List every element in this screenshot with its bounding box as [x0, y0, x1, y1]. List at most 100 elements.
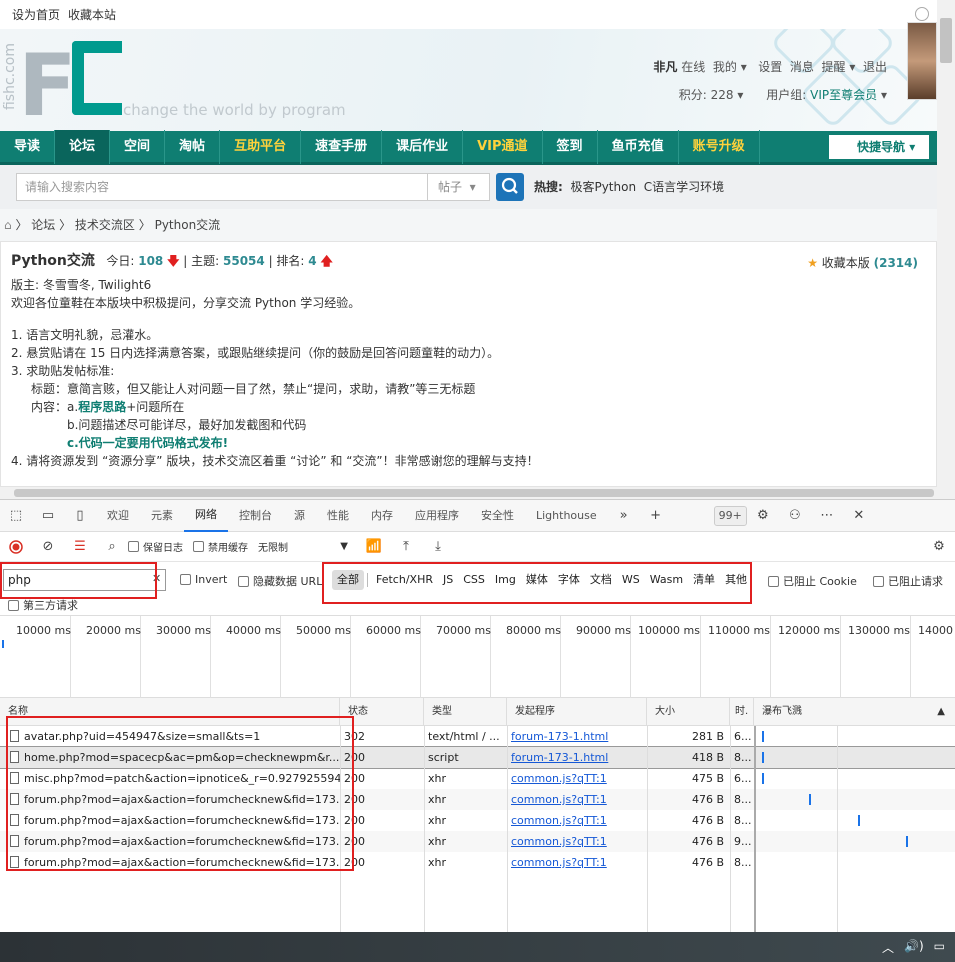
- request-name[interactable]: forum.php?mod=ajax&action=forumchecknew&…: [6, 831, 340, 852]
- breadcrumb-item[interactable]: 论坛: [31, 218, 55, 232]
- issues-badge[interactable]: 99+: [713, 505, 747, 526]
- inspect-icon[interactable]: ⬚: [6, 506, 26, 526]
- nav-item-help-platform[interactable]: 互助平台: [220, 129, 302, 164]
- clear-icon[interactable]: ⊘: [38, 537, 58, 557]
- tab-sources[interactable]: 源: [283, 500, 316, 531]
- set-home-link[interactable]: 设为首页: [12, 6, 60, 23]
- type-filter-manifest[interactable]: 清单: [688, 570, 720, 590]
- column-header-initiator[interactable]: 发起程序: [507, 698, 647, 726]
- table-row[interactable]: forum.php?mod=ajax&action=forumchecknew&…: [0, 810, 955, 831]
- network-icon[interactable]: ▭: [934, 939, 945, 956]
- type-filter-ws[interactable]: WS: [617, 570, 645, 590]
- table-row[interactable]: avatar.php?uid=454947&size=small&ts=1 30…: [0, 726, 955, 747]
- type-filter-other[interactable]: 其他: [720, 570, 752, 590]
- search-type-select[interactable]: 帖子 ▾: [428, 173, 490, 201]
- nav-item-forum[interactable]: 论坛: [55, 129, 111, 164]
- search-button[interactable]: [496, 173, 524, 201]
- hot-search-item[interactable]: C语言学习环境: [644, 180, 724, 194]
- column-header-size[interactable]: 大小: [647, 698, 730, 726]
- download-icon[interactable]: ⤓: [428, 537, 448, 557]
- column-header-type[interactable]: 类型: [424, 698, 507, 726]
- horizontal-scrollbar[interactable]: [0, 487, 955, 499]
- request-initiator[interactable]: common.js?qTT:1: [507, 789, 647, 810]
- nav-item-homework[interactable]: 课后作业: [382, 129, 464, 164]
- tab-welcome[interactable]: 欢迎: [96, 500, 140, 531]
- reminders-link[interactable]: 提醒: [822, 60, 846, 74]
- nav-item-upgrade[interactable]: 账号升级: [679, 129, 760, 164]
- page-scrollbar[interactable]: [937, 0, 955, 487]
- favorite-forum-button[interactable]: ★ 收藏本版 (2314): [807, 254, 918, 272]
- close-icon[interactable]: ✕: [849, 506, 869, 526]
- blocked-cookie-checkbox[interactable]: 已阻止 Cookie: [768, 573, 857, 589]
- my-menu[interactable]: 我的: [713, 60, 737, 74]
- avatar[interactable]: [907, 22, 937, 100]
- tab-elements[interactable]: 元素: [140, 500, 184, 531]
- nav-item-quick-ref[interactable]: 速查手册: [301, 129, 383, 164]
- request-name[interactable]: forum.php?mod=ajax&action=forumchecknew&…: [6, 852, 340, 873]
- user-group-link[interactable]: VIP至尊会员: [810, 88, 877, 102]
- network-settings-icon[interactable]: ⚙: [929, 537, 949, 557]
- add-tab-icon[interactable]: +: [646, 506, 666, 526]
- request-name[interactable]: misc.php?mod=patch&action=ipnotice&_r=0.…: [6, 768, 340, 789]
- more-icon[interactable]: ⋯: [817, 506, 837, 526]
- settings-link[interactable]: 设置: [758, 60, 782, 74]
- type-filter-js[interactable]: JS: [438, 570, 458, 590]
- request-name[interactable]: avatar.php?uid=454947&size=small&ts=1: [6, 726, 340, 747]
- type-filter-wasm[interactable]: Wasm: [645, 570, 688, 590]
- request-initiator[interactable]: common.js?qTT:1: [507, 831, 647, 852]
- tab-lighthouse[interactable]: Lighthouse: [525, 500, 608, 531]
- request-initiator[interactable]: common.js?qTT:1: [507, 768, 647, 789]
- blocked-requests-checkbox[interactable]: 已阻止请求: [873, 573, 943, 589]
- breadcrumb-item[interactable]: 技术交流区: [75, 218, 135, 232]
- request-initiator[interactable]: forum-173-1.html: [507, 726, 647, 747]
- points-link[interactable]: 积分: 228: [679, 88, 734, 102]
- more-tabs-icon[interactable]: »: [614, 506, 634, 526]
- tab-network[interactable]: 网络: [184, 499, 228, 532]
- type-filter-img[interactable]: Img: [490, 570, 521, 590]
- type-filter-css[interactable]: CSS: [458, 570, 490, 590]
- type-filter-media[interactable]: 媒体: [521, 570, 553, 590]
- type-filter-font[interactable]: 字体: [553, 570, 585, 590]
- messages-link[interactable]: 消息: [790, 60, 814, 74]
- tab-application[interactable]: 应用程序: [404, 500, 470, 531]
- request-name[interactable]: forum.php?mod=ajax&action=forumchecknew&…: [6, 789, 340, 810]
- network-timeline[interactable]: 10000 ms 20000 ms 30000 ms 40000 ms 5000…: [0, 616, 955, 698]
- request-name[interactable]: home.php?mod=spacecp&ac=pm&op=checknewpm…: [6, 747, 340, 768]
- table-row[interactable]: forum.php?mod=ajax&action=forumchecknew&…: [0, 852, 955, 873]
- column-header-status[interactable]: 状态: [340, 698, 424, 726]
- gear-icon[interactable]: ⚙: [753, 506, 773, 526]
- filter-input[interactable]: php: [3, 569, 166, 591]
- hide-data-url-checkbox[interactable]: 隐藏数据 URL: [238, 573, 322, 589]
- circle-icon[interactable]: [915, 7, 929, 21]
- column-header-time[interactable]: 时.: [730, 698, 754, 726]
- column-header-name[interactable]: 名称: [0, 698, 340, 726]
- table-row[interactable]: forum.php?mod=ajax&action=forumchecknew&…: [0, 831, 955, 852]
- column-header-waterfall[interactable]: 瀑布飞溅 ▲: [754, 698, 955, 726]
- logout-link[interactable]: 退出: [863, 60, 887, 74]
- request-initiator[interactable]: common.js?qTT:1: [507, 810, 647, 831]
- disable-cache-checkbox[interactable]: 禁用缓存: [193, 539, 248, 554]
- nav-item-space[interactable]: 空间: [110, 129, 166, 164]
- table-row[interactable]: forum.php?mod=ajax&action=forumchecknew&…: [0, 789, 955, 810]
- tab-console[interactable]: 控制台: [228, 500, 283, 531]
- search-icon[interactable]: ⌕: [102, 537, 122, 557]
- bookmark-site-link[interactable]: 收藏本站: [68, 6, 116, 23]
- type-filter-all[interactable]: 全部: [332, 570, 364, 590]
- nav-item-recharge[interactable]: 鱼币充值: [598, 129, 679, 164]
- table-row[interactable]: misc.php?mod=patch&action=ipnotice&_r=0.…: [0, 768, 955, 789]
- home-icon[interactable]: ⌂: [4, 218, 12, 232]
- type-filter-doc[interactable]: 文档: [585, 570, 617, 590]
- nav-item-checkin[interactable]: 签到: [543, 129, 598, 164]
- preserve-log-checkbox[interactable]: 保留日志: [128, 539, 183, 554]
- table-row[interactable]: home.php?mod=spacecp&ac=pm&op=checknewpm…: [0, 746, 955, 769]
- invert-checkbox[interactable]: Invert: [180, 573, 227, 586]
- quick-nav-dropdown[interactable]: 快捷导航 ▾: [829, 134, 929, 159]
- third-party-checkbox[interactable]: 第三方请求: [8, 597, 78, 613]
- tab-memory[interactable]: 内存: [360, 500, 404, 531]
- tab-performance[interactable]: 性能: [316, 500, 360, 531]
- feedback-icon[interactable]: ⚇: [785, 506, 805, 526]
- tab-security[interactable]: 安全性: [470, 500, 525, 531]
- request-name[interactable]: forum.php?mod=ajax&action=forumchecknew&…: [6, 810, 340, 831]
- breadcrumb-item[interactable]: Python交流: [155, 218, 221, 232]
- clear-filter-icon[interactable]: ✕: [152, 572, 161, 585]
